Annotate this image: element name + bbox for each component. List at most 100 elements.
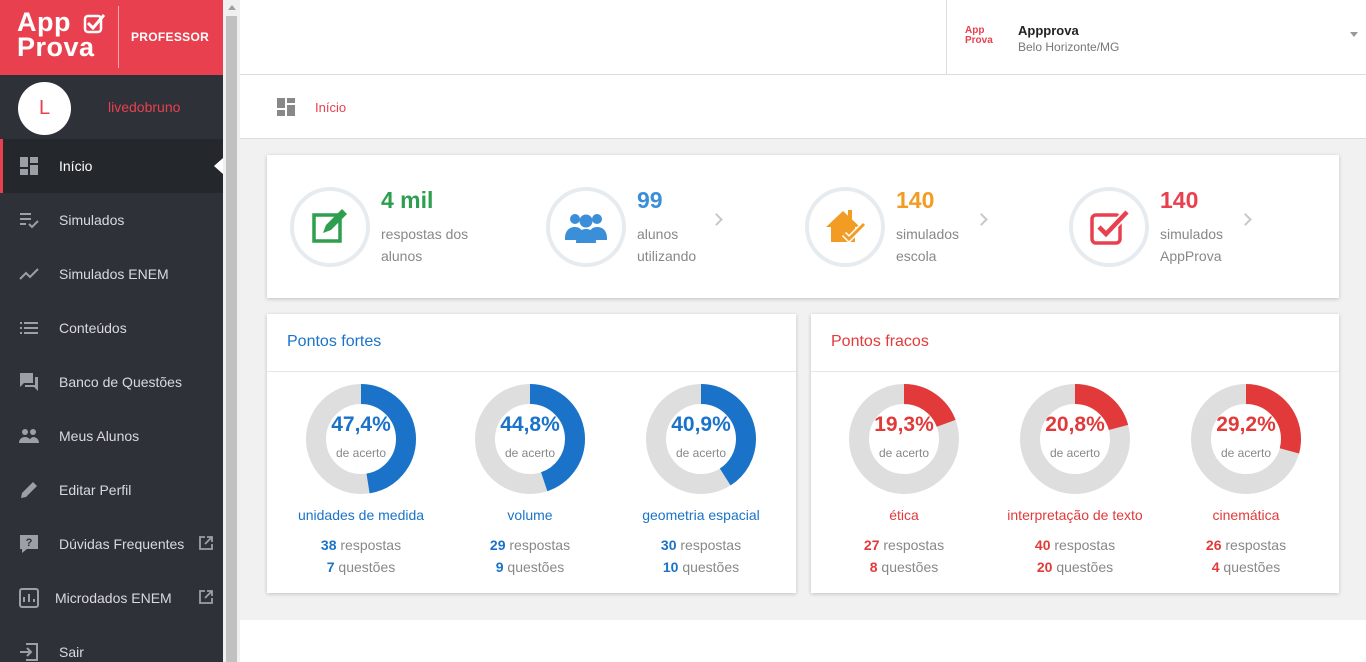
responses-count: 27 [863,537,880,553]
active-caret [214,158,223,174]
stat-icon-circle [546,187,626,267]
topic-name[interactable]: geometria espacial [606,507,796,523]
topic-responses: 26 respostas [1151,537,1341,553]
breadcrumb: Início [240,75,1366,139]
svg-text:?: ? [26,537,33,549]
topic-name[interactable]: ética [809,507,999,523]
stat-simulados-appprova[interactable]: 140 simulados AppProva [1069,155,1299,298]
forum-icon [20,373,38,391]
sidebar-item-microdados-enem[interactable]: Microdados ENEM [0,571,223,625]
questions-count: 7 [326,559,335,575]
top-bar: App Prova Appprova Belo Horizonte/MG [240,0,1366,75]
sidebar-item-banco-de-questoes[interactable]: Banco de Questões [0,355,223,409]
percent-donut [306,384,416,494]
sidebar-item-duvidas-frequentes[interactable]: ? Dúvidas Frequentes [0,517,223,571]
topic-questions: 10 questões [606,559,796,575]
sidebar: App Prova PROFESSOR L livedobruno Início… [0,0,223,662]
topic-card[interactable]: 19,3% de acerto ética 27 respostas 8 que… [809,372,999,592]
questions-count: 9 [495,559,504,575]
breadcrumb-item-inicio[interactable]: Início [315,100,346,115]
topic-card[interactable]: 29,2% de acerto cinemática 26 respostas … [1151,372,1341,592]
questions-count: 10 [662,559,679,575]
school-logo: App Prova [965,25,993,46]
people-icon [19,429,39,443]
panel-title: Pontos fortes [287,333,382,350]
sidebar-item-conteudos[interactable]: Conteúdos [0,301,223,355]
topic-name[interactable]: unidades de medida [266,507,456,523]
stat-simulados-escola[interactable]: 140 simulados escola [805,155,1035,298]
sidebar-item-inicio[interactable]: Início [0,139,223,193]
scroll-up-arrow-icon[interactable] [228,5,236,10]
username[interactable]: livedobruno [108,99,180,115]
sidebar-item-sair[interactable]: Sair [0,625,223,662]
topic-name[interactable]: interpretação de texto [980,507,1170,523]
percent-donut [1020,384,1130,494]
role-label: PROFESSOR [131,30,210,44]
sidebar-item-label: Sair [59,644,84,660]
exit-icon [20,643,38,661]
school-selector[interactable]: App Prova Appprova Belo Horizonte/MG [946,0,1366,74]
sidebar-item-label: Início [59,158,93,174]
topic-questions: 20 questões [980,559,1170,575]
stat-value: 99 [637,187,663,213]
scrollbar-thumb[interactable] [226,16,237,662]
chevron-right-icon[interactable] [975,213,988,226]
stat-alunos[interactable]: 99 alunos utilizando [546,155,776,298]
appprova-logo[interactable]: App Prova [17,9,113,66]
topic-card[interactable]: 40,9% de acerto geometria espacial 30 re… [606,372,796,592]
topic-responses: 30 respostas [606,537,796,553]
strong-points-panel: Pontos fortes 47,4% de acerto unidades d… [267,314,796,593]
sidebar-item-label: Editar Perfil [59,482,132,498]
topic-questions: 7 questões [266,559,456,575]
sidebar-item-editar-perfil[interactable]: Editar Perfil [0,463,223,517]
sidebar-nav: Início Simulados Simulados ENEM Conteúdo… [0,139,223,662]
topic-caption: de acerto [878,446,930,460]
topic-percent: 44,8% [500,413,560,436]
questions-label: questões [881,559,939,575]
sidebar-item-label: Microdados ENEM [55,590,172,606]
questions-label: questões [507,559,565,575]
sidebar-item-simulados-enem[interactable]: Simulados ENEM [0,247,223,301]
sidebar-item-meus-alunos[interactable]: Meus Alunos [0,409,223,463]
trending-up-icon [19,268,39,280]
topic-card[interactable]: 44,8% de acerto volume 29 respostas 9 qu… [435,372,625,592]
sidebar-item-label: Simulados [59,212,125,228]
school-check-icon [826,210,866,244]
responses-count: 29 [489,537,506,553]
user-box[interactable]: L livedobruno [0,75,223,139]
topic-caption: de acerto [504,446,556,460]
topic-questions: 4 questões [1151,559,1341,575]
brand-divider [118,6,119,68]
dashboard-icon [277,98,295,116]
topic-name[interactable]: volume [435,507,625,523]
percent-donut [849,384,959,494]
chevron-right-icon[interactable] [1239,213,1252,226]
stat-value: 4 mil [381,187,434,213]
sidebar-item-simulados[interactable]: Simulados [0,193,223,247]
responses-label: respostas [680,537,742,553]
topic-percent: 19,3% [874,413,934,436]
topic-caption: de acerto [675,446,727,460]
questions-label: questões [682,559,740,575]
pencil-icon [21,482,37,498]
stat-label: simulados escola [896,226,960,264]
responses-label: respostas [883,537,945,553]
brand-header: App Prova PROFESSOR [0,0,223,75]
panel-title: Pontos fracos [831,333,929,350]
topic-responses: 38 respostas [266,537,456,553]
chevron-down-icon[interactable] [1350,32,1358,37]
help-icon: ? [20,535,38,553]
topic-card[interactable]: 47,4% de acerto unidades de medida 38 re… [266,372,456,592]
topic-name[interactable]: cinemática [1151,507,1341,523]
avatar[interactable]: L [18,82,71,135]
sidebar-item-label: Dúvidas Frequentes [59,536,185,552]
questions-label: questões [338,559,396,575]
sidebar-item-label: Banco de Questões [59,374,182,390]
sidebar-scrollbar[interactable] [223,0,240,662]
topic-caption: de acerto [1220,446,1272,460]
percent-donut [475,384,585,494]
stat-label: simulados AppProva [1160,226,1224,264]
responses-count: 40 [1034,537,1051,553]
topic-questions: 9 questões [435,559,625,575]
topic-card[interactable]: 20,8% de acerto interpretação de texto 4… [980,372,1170,592]
